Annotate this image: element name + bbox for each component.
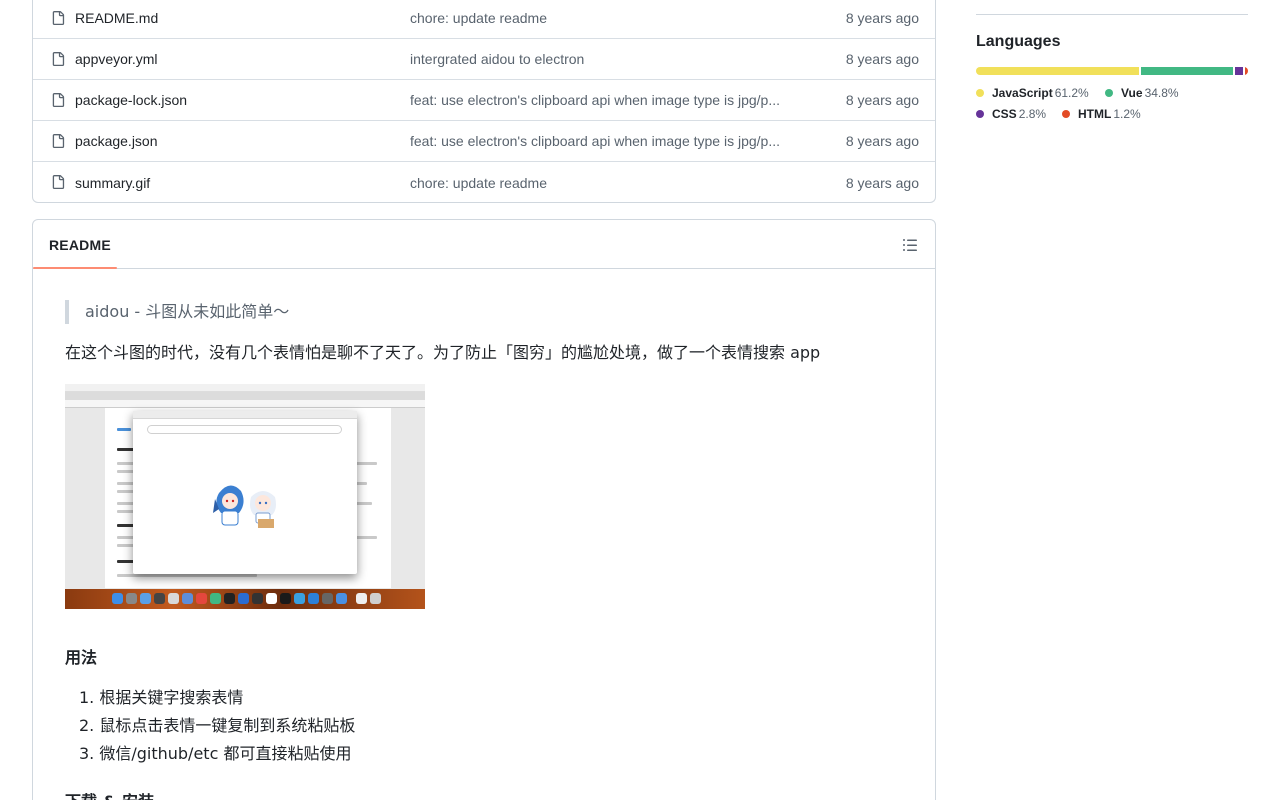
language-percent: 34.8%	[1144, 86, 1179, 100]
commit-message[interactable]: feat: use electron's clipboard api when …	[410, 133, 802, 149]
file-row[interactable]: README.md chore: update readme 8 years a…	[33, 0, 935, 39]
commit-time: 8 years ago	[845, 133, 919, 149]
list-item: 1. 根据关键字搜索表情	[79, 688, 244, 707]
file-name[interactable]: appveyor.yml	[75, 51, 157, 67]
readme-header: README	[33, 220, 935, 269]
list-item: 2. 鼠标点击表情一键复制到系统粘贴板	[79, 716, 356, 735]
readme-content: aidou - 斗图从未如此简单～ 在这个斗图的时代，没有几个表情怕是聊不了天了…	[65, 300, 905, 800]
file-name[interactable]: summary.gif	[75, 175, 150, 191]
tab-readme[interactable]: README	[49, 220, 111, 269]
language-bar-segment-html[interactable]	[1244, 67, 1248, 75]
commit-message[interactable]: chore: update readme	[410, 10, 802, 26]
download-heading: 下载 & 安装	[65, 790, 905, 800]
readme-panel: README aidou - 斗图从未如此简单～ 在这个斗图的时代，没有几个表情…	[32, 219, 936, 800]
language-percent: 61.2%	[1054, 86, 1089, 100]
commit-message[interactable]: intergrated aidou to electron	[410, 51, 802, 67]
language-bar-segment-vue[interactable]	[1140, 67, 1234, 75]
demo-screenshot-image	[65, 384, 425, 609]
list-unordered-icon[interactable]	[902, 237, 918, 253]
language-percent: 2.8%	[1018, 107, 1047, 121]
commit-time: 8 years ago	[845, 174, 919, 191]
file-row[interactable]: package-lock.json feat: use electron's c…	[33, 80, 935, 121]
file-icon	[52, 11, 65, 25]
language-item-javascript[interactable]: JavaScript 61.2%	[976, 86, 1089, 100]
language-item-vue[interactable]: Vue 34.8%	[1105, 86, 1179, 100]
language-dot-icon	[976, 89, 984, 97]
readme-intro: 在这个斗图的时代，没有几个表情怕是聊不了天了。为了防止「图穷」的尴尬处境，做了一…	[65, 343, 821, 362]
language-name: Vue	[1121, 86, 1143, 100]
file-name[interactable]: package.json	[75, 133, 158, 149]
language-name: JavaScript	[992, 86, 1053, 100]
language-item-html[interactable]: HTML 1.2%	[1062, 107, 1141, 121]
file-icon	[52, 175, 65, 189]
file-name[interactable]: package-lock.json	[75, 92, 187, 108]
active-tab-indicator	[33, 267, 117, 269]
language-bar-segment-javascript[interactable]	[976, 67, 1139, 75]
language-item-css[interactable]: CSS 2.8%	[976, 107, 1046, 121]
file-list: README.md chore: update readme 8 years a…	[32, 0, 936, 203]
file-name[interactable]: README.md	[75, 10, 158, 26]
file-icon	[52, 134, 65, 148]
readme-quote: aidou - 斗图从未如此简单～	[65, 300, 905, 324]
list-item: 3. 微信/github/etc 都可直接粘贴使用	[79, 744, 352, 763]
language-dot-icon	[1062, 110, 1070, 118]
commit-message[interactable]: feat: use electron's clipboard api when …	[410, 92, 802, 108]
languages-bar	[976, 67, 1248, 75]
languages-title: Languages	[976, 33, 1061, 50]
language-name: HTML	[1078, 107, 1112, 121]
file-row[interactable]: package.json feat: use electron's clipbo…	[33, 121, 935, 162]
language-name: CSS	[992, 107, 1017, 121]
usage-heading: 用法	[65, 648, 98, 667]
usage-list: 1. 根据关键字搜索表情 2. 鼠标点击表情一键复制到系统粘贴板 3. 微信/g…	[65, 684, 905, 768]
file-icon	[52, 93, 65, 107]
file-icon	[52, 52, 65, 66]
language-dot-icon	[976, 110, 984, 118]
sidebar-divider	[976, 14, 1248, 15]
file-row[interactable]: summary.gif chore: update readme 8 years…	[33, 162, 935, 202]
commit-time: 8 years ago	[845, 51, 919, 67]
language-bar-segment-css[interactable]	[1235, 67, 1243, 75]
language-dot-icon	[1105, 89, 1113, 97]
file-row[interactable]: appveyor.yml intergrated aidou to electr…	[33, 39, 935, 80]
commit-message[interactable]: chore: update readme	[410, 175, 802, 191]
language-percent: 1.2%	[1113, 107, 1141, 121]
commit-time: 8 years ago	[845, 10, 919, 26]
commit-time: 8 years ago	[845, 92, 919, 108]
